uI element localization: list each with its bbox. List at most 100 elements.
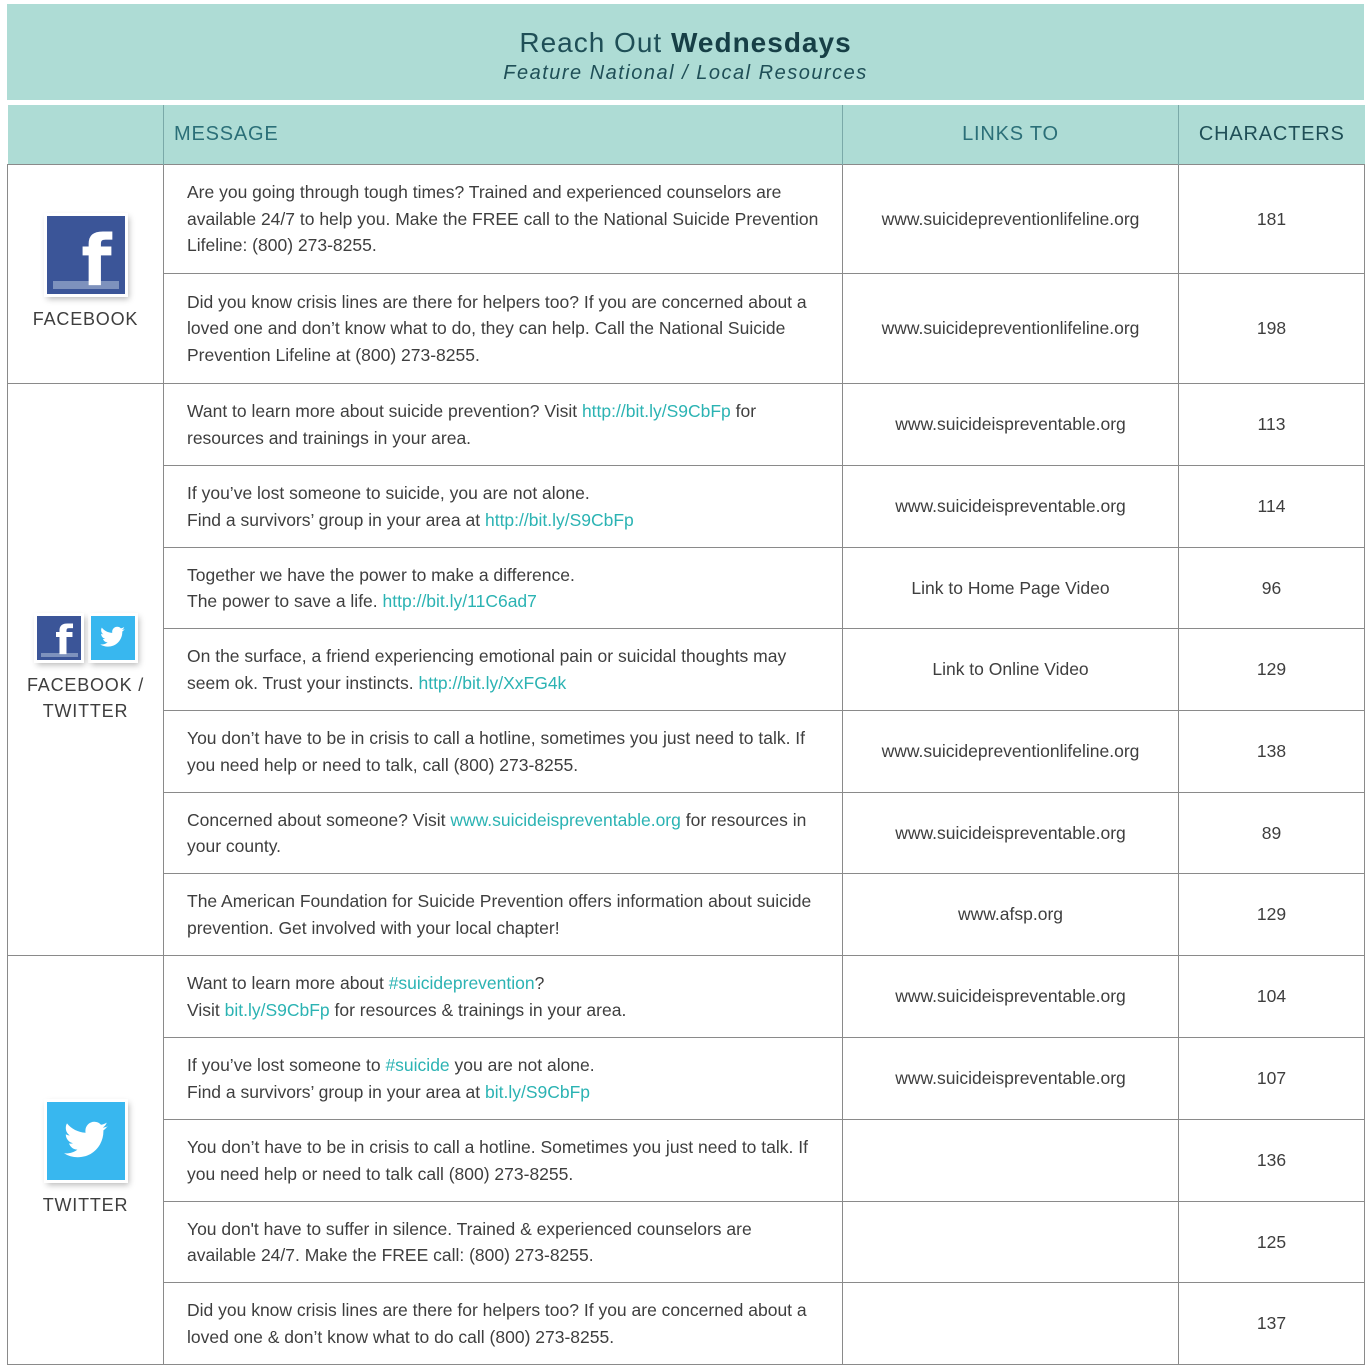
message-text: Concerned about someone? Visit	[187, 809, 451, 830]
message-text: Find a survivors’ group in your area at	[187, 1081, 485, 1102]
links-to-cell	[842, 1119, 1179, 1202]
message-cell: Together we have the power to make a dif…	[163, 547, 843, 629]
page-title: Reach Out Wednesdays	[7, 26, 1364, 60]
message-cell: Concerned about someone? Visit www.suici…	[163, 792, 843, 874]
table-header-row: MESSAGE LINKS TO CHARACTERS	[7, 105, 1365, 165]
facebook-icon: f	[36, 615, 81, 661]
message-link[interactable]: http://bit.ly/11C6ad7	[383, 591, 537, 611]
content-calendar-sheet: Reach Out Wednesdays Feature National / …	[7, 4, 1365, 1365]
message-text: Together we have the power to make a dif…	[187, 564, 575, 585]
message-link[interactable]: http://bit.ly/XxFG4k	[418, 673, 566, 693]
table-row: You don’t have to be in crisis to call a…	[8, 1119, 1365, 1202]
table-body: f FACEBOOK Are you going through tough tim…	[7, 164, 1365, 1365]
message-cell: If you’ve lost someone to #suicide you a…	[163, 1037, 843, 1120]
platform-icons: f	[8, 216, 163, 296]
message-link[interactable]: http://bit.ly/S9CbFp	[582, 401, 731, 421]
title-text: Reach Out	[519, 27, 663, 58]
table-row: Together we have the power to make a dif…	[8, 547, 1365, 629]
title-banner: Reach Out Wednesdays Feature National / …	[7, 4, 1364, 100]
message-cell: You don’t have to be in crisis to call a…	[163, 710, 843, 793]
twitter-icon	[46, 1102, 125, 1180]
message-cell: Want to learn more about #suicideprevent…	[163, 955, 843, 1038]
message-cell: The American Foundation for Suicide Prev…	[163, 873, 843, 956]
platform-icons	[8, 1102, 163, 1180]
table-row: If you’ve lost someone to suicide, you a…	[8, 465, 1365, 548]
platform-cell-twitter: TWITTER	[7, 955, 164, 1365]
message-link[interactable]: bit.ly/S9CbFp	[225, 1000, 330, 1020]
table-row: You don't have to suffer in silence. Tra…	[8, 1201, 1365, 1283]
links-to-cell: www.suicideispreventable.org	[842, 792, 1179, 874]
platform-cell-facebook: f FACEBOOK	[7, 164, 164, 384]
links-to-cell: www.suicideispreventable.org	[842, 465, 1179, 548]
message-text: Are you going through tough times? Train…	[187, 182, 819, 256]
table-row: f FACEBOOK / TWITTER Want to learn more ab…	[7, 383, 1365, 956]
header-links-to: LINKS TO	[842, 105, 1179, 165]
character-count-cell: 113	[1178, 383, 1365, 466]
table-row: If you’ve lost someone to #suicide you a…	[8, 1037, 1365, 1120]
links-to-cell: www.suicidepreventionlifeline.org	[842, 710, 1179, 793]
facebook-icon: f	[46, 216, 125, 296]
message-cell: Did you know crisis lines are there for …	[163, 1282, 843, 1365]
table-row: The American Foundation for Suicide Prev…	[8, 873, 1365, 956]
links-to-cell	[842, 1201, 1179, 1283]
links-to-cell: www.suicidepreventionlifeline.org	[842, 164, 1179, 274]
character-count-cell: 129	[1178, 628, 1365, 711]
twitter-icon	[90, 615, 135, 660]
message-text: for resources & trainings in your area.	[329, 999, 627, 1020]
table-row: f FACEBOOK Are you going through tough tim…	[7, 164, 1365, 384]
table-row: Did you know crisis lines are there for …	[8, 273, 1365, 384]
message-cell: On the surface, a friend experiencing em…	[163, 628, 843, 711]
table-row: TWITTER Want to learn more about #suicide…	[7, 955, 1365, 1365]
character-count-cell: 198	[1178, 273, 1365, 384]
table-row: You don’t have to be in crisis to call a…	[8, 710, 1365, 793]
message-link[interactable]: #suicideprevention	[389, 973, 535, 993]
message-link[interactable]: http://bit.ly/S9CbFp	[485, 510, 634, 530]
message-cell: Are you going through tough times? Train…	[163, 164, 843, 274]
character-count-cell: 137	[1178, 1282, 1365, 1365]
links-to-cell: www.suicideispreventable.org	[842, 383, 1179, 466]
message-link[interactable]: #suicide	[385, 1055, 449, 1075]
character-count-cell: 96	[1178, 547, 1365, 629]
header-characters: CHARACTERS	[1178, 105, 1365, 165]
platform-label: FACEBOOK / TWITTER	[26, 674, 145, 721]
message-text: The American Foundation for Suicide Prev…	[187, 891, 812, 938]
character-count-cell: 89	[1178, 792, 1365, 874]
character-count-cell: 138	[1178, 710, 1365, 793]
header-message: MESSAGE	[163, 105, 843, 165]
message-text: You don't have to suffer in silence. Tra…	[187, 1218, 752, 1266]
character-count-cell: 114	[1178, 465, 1365, 548]
platform-label: FACEBOOK	[32, 309, 139, 329]
page-subtitle: Feature National / Local Resources	[503, 62, 868, 84]
character-count-cell: 107	[1178, 1037, 1365, 1120]
message-link[interactable]: bit.ly/S9CbFp	[485, 1082, 590, 1102]
messages-table: MESSAGE LINKS TO CHARACTERS f FACEBOOK Are…	[7, 105, 1365, 1365]
character-count-cell: 104	[1178, 955, 1365, 1038]
message-cell: Want to learn more about suicide prevent…	[163, 383, 843, 466]
character-count-cell: 181	[1178, 164, 1365, 274]
message-text: If you’ve lost someone to suicide, you a…	[187, 483, 590, 503]
table-row: On the surface, a friend experiencing em…	[8, 628, 1365, 711]
message-text: Want to learn more about suicide prevent…	[187, 401, 582, 421]
character-count-cell: 125	[1178, 1201, 1365, 1283]
message-cell: You don't have to suffer in silence. Tra…	[163, 1201, 843, 1283]
links-to-cell: www.suicidepreventionlifeline.org	[842, 273, 1179, 384]
message-text: Did you know crisis lines are there for …	[187, 291, 807, 365]
table-row: Concerned about someone? Visit www.suici…	[8, 792, 1365, 874]
links-to-cell: www.afsp.org	[842, 873, 1179, 956]
links-to-cell: www.suicideispreventable.org	[842, 1037, 1179, 1120]
header-platform	[7, 105, 164, 165]
message-text: Want to learn more about	[187, 973, 389, 993]
message-cell: You don’t have to be in crisis to call a…	[163, 1119, 843, 1202]
message-text: You don’t have to be in crisis to call a…	[187, 1137, 808, 1184]
table-row: Did you know crisis lines are there for …	[8, 1282, 1365, 1365]
message-link[interactable]: www.suicideispreventable.org	[450, 810, 681, 830]
character-count-cell: 136	[1178, 1119, 1365, 1202]
message-text: Did you know crisis lines are there for …	[187, 1300, 807, 1347]
message-text: If you’ve lost someone to	[187, 1055, 386, 1075]
message-cell: If you’ve lost someone to suicide, you a…	[163, 465, 843, 548]
platform-cell-facebook-twitter: f FACEBOOK / TWITTER	[7, 383, 164, 956]
platform-icons: f	[8, 615, 163, 661]
message-text: ?	[534, 973, 545, 993]
message-text: You don’t have to be in crisis to call a…	[187, 728, 806, 775]
message-cell: Did you know crisis lines are there for …	[163, 273, 843, 384]
